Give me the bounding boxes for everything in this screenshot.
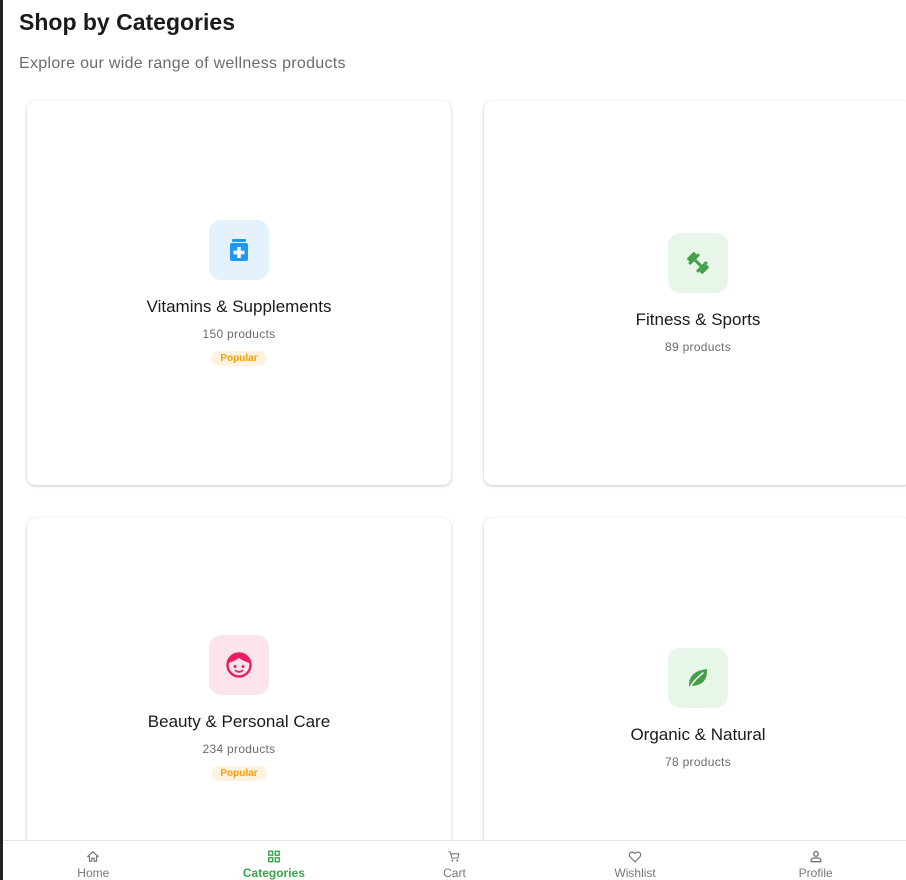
nav-label: Categories xyxy=(242,866,305,880)
nav-label: Profile xyxy=(798,866,833,880)
category-count: 78 products xyxy=(664,754,731,769)
category-name: Beauty & Personal Care xyxy=(147,712,331,731)
nav-label: Wishlist xyxy=(614,866,656,880)
nav-item-categories[interactable]: Categories xyxy=(184,841,365,880)
category-card-beauty[interactable]: Beauty & Personal Care 234 products Popu… xyxy=(27,518,451,880)
bottom-navigation: Home Categories Cart Wishlist Profile xyxy=(3,840,906,880)
nav-item-cart[interactable]: Cart xyxy=(364,841,545,880)
category-card-vitamins[interactable]: Vitamins & Supplements 150 products Popu… xyxy=(27,101,451,485)
home-icon xyxy=(87,851,100,862)
category-card-fitness[interactable]: Fitness & Sports 89 products xyxy=(484,101,906,485)
nav-item-profile[interactable]: Profile xyxy=(725,841,906,880)
category-name: Vitamins & Supplements xyxy=(146,297,332,316)
heart-icon xyxy=(628,851,642,863)
medication-icon xyxy=(209,220,269,280)
nav-label: Cart xyxy=(443,866,466,880)
face-icon xyxy=(209,635,269,695)
page-subtitle: Explore our wide range of wellness produ… xyxy=(19,55,346,72)
nav-item-wishlist[interactable]: Wishlist xyxy=(545,841,726,880)
cart-icon xyxy=(449,851,460,862)
nav-label: Home xyxy=(77,866,110,880)
popular-badge: Popular xyxy=(211,766,267,781)
grid-icon xyxy=(267,850,280,863)
popular-badge: Popular xyxy=(211,351,267,366)
category-count: 89 products xyxy=(664,339,731,354)
category-card-organic[interactable]: Organic & Natural 78 products xyxy=(484,518,906,880)
page-title: Shop by Categories xyxy=(19,9,235,35)
nav-item-home[interactable]: Home xyxy=(3,841,184,880)
category-count: 234 products xyxy=(202,742,276,756)
category-name: Fitness & Sports xyxy=(635,309,761,329)
dumbbell-icon xyxy=(668,232,728,293)
category-name: Organic & Natural xyxy=(630,724,766,744)
leaf-icon xyxy=(668,647,728,708)
person-icon xyxy=(810,850,822,863)
category-count: 150 products xyxy=(202,327,276,341)
page-header: Shop by Categories Explore our wide rang… xyxy=(19,8,346,73)
